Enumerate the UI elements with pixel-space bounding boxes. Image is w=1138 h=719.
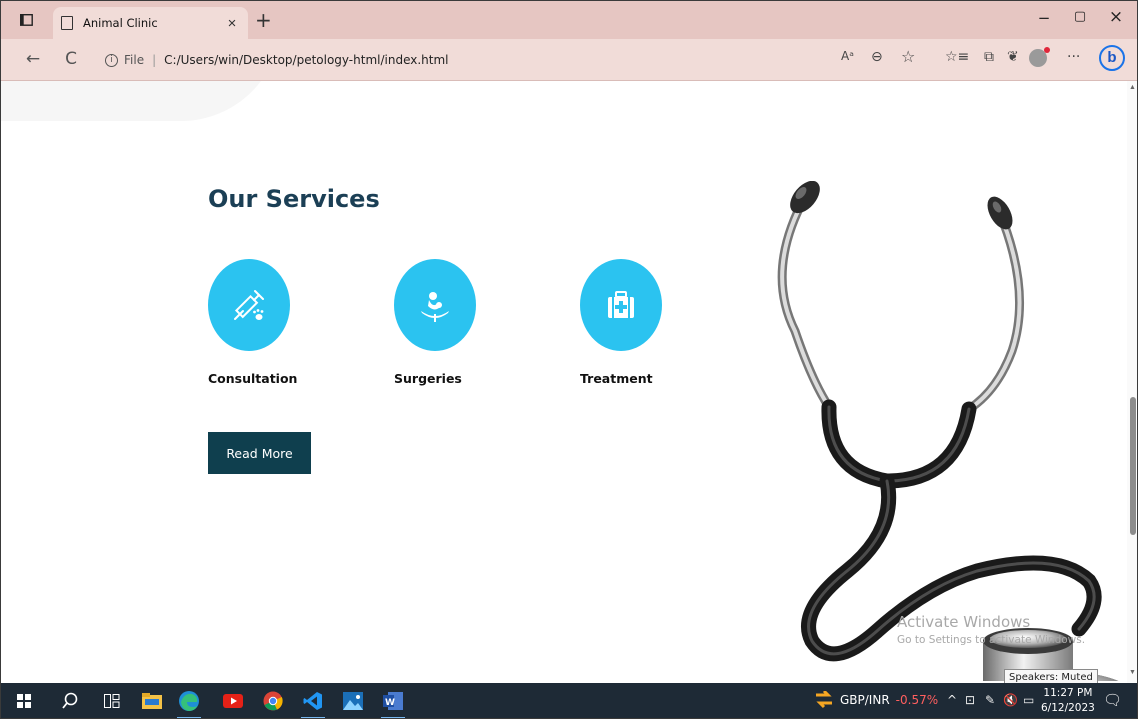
word-icon[interactable]: W (381, 690, 405, 712)
address-bar[interactable]: i File | C:/Users/win/Desktop/petology-h… (105, 48, 449, 72)
clock-time: 11:27 PM (1043, 687, 1093, 699)
screen: Animal Clinic × + − ▢ × ← C i File | C:/… (0, 0, 1138, 719)
currency-widget-icon (816, 691, 832, 709)
tab-actions-icon[interactable] (15, 10, 37, 30)
profile-avatar-icon[interactable] (1029, 47, 1050, 67)
back-button[interactable]: ← (21, 49, 45, 71)
fx-pair-label: GBP/INR (840, 693, 890, 707)
windows-taskbar: W GBP/INR -0.57% ^ ⊡ ✎ 🔇 ▭ 11:27 PM 6/12… (1, 683, 1137, 718)
photos-icon[interactable] (341, 690, 365, 712)
read-aloud-icon[interactable]: Aᵃ (841, 49, 854, 63)
minimize-button[interactable]: − (1029, 9, 1059, 27)
edge-browser-icon[interactable] (176, 690, 202, 712)
stethoscope-illustration (777, 181, 1119, 681)
service-treatment[interactable]: Treatment (580, 259, 720, 386)
activate-windows-watermark: Activate Windows Go to Settings to activ… (897, 613, 1085, 646)
clock-date: 6/12/2023 (1041, 702, 1095, 714)
speakers-tooltip: Speakers: Muted (1004, 669, 1098, 683)
file-explorer-icon[interactable] (140, 690, 164, 712)
url-scheme-label: File (124, 53, 145, 67)
page-scrollbar[interactable]: ▲ ▼ (1127, 81, 1137, 683)
system-clock[interactable]: 11:27 PM 6/12/2023 (1041, 686, 1095, 716)
service-icon-circle (394, 259, 476, 351)
scrollbar-thumb[interactable] (1130, 397, 1136, 535)
tab-animal-clinic[interactable]: Animal Clinic × (53, 7, 248, 39)
collections-icon[interactable]: ⧉ (984, 49, 994, 65)
service-label: Surgeries (394, 371, 462, 386)
scroll-up-arrow-icon[interactable]: ▲ (1129, 84, 1136, 91)
bing-chat-icon[interactable]: b (1099, 45, 1125, 71)
new-tab-button[interactable]: + (255, 8, 272, 32)
watermark-title: Activate Windows (897, 613, 1031, 631)
zoom-icon[interactable]: ⊖ (871, 49, 883, 65)
site-info-icon[interactable]: i (105, 53, 118, 67)
favorite-icon[interactable]: ☆ (901, 47, 915, 66)
pet-surgery-icon (421, 292, 449, 322)
close-window-button[interactable]: × (1101, 7, 1131, 27)
notification-center-icon[interactable]: 🗨 (1103, 691, 1122, 709)
browser-tab-strip: Animal Clinic × + − ▢ × (1, 1, 1137, 39)
search-icon[interactable] (59, 690, 81, 712)
favorites-icon[interactable]: ☆≡ (945, 49, 969, 65)
stock-widget[interactable]: GBP/INR -0.57% (814, 691, 938, 709)
service-surgeries[interactable]: Surgeries (394, 259, 534, 386)
service-label: Treatment (580, 371, 653, 386)
chrome-icon[interactable] (261, 690, 285, 712)
restore-button[interactable]: ▢ (1065, 9, 1095, 24)
page-icon (61, 16, 73, 30)
url-separator: | (152, 53, 157, 67)
tab-title: Animal Clinic (83, 16, 158, 30)
syringe-paw-icon (234, 290, 264, 320)
meet-now-icon[interactable]: ⊡ (965, 693, 975, 707)
svg-text:W: W (385, 698, 395, 708)
service-icon-circle (580, 259, 662, 351)
browser-toolbar: ← C i File | C:/Users/win/Desktop/petolo… (1, 39, 1137, 81)
services-heading: Our Services (208, 185, 380, 213)
vscode-icon[interactable] (301, 690, 325, 712)
service-consultation[interactable]: Consultation (208, 259, 348, 386)
scroll-down-arrow-icon[interactable]: ▼ (1129, 669, 1136, 676)
start-button-icon[interactable] (13, 690, 35, 712)
pen-workspace-icon[interactable]: ✎ (985, 693, 995, 707)
read-more-button[interactable]: Read More (208, 432, 311, 474)
youtube-icon[interactable] (221, 690, 245, 712)
watermark-subtitle: Go to Settings to activate Windows. (897, 634, 1086, 646)
tab-close-icon[interactable]: × (224, 15, 240, 32)
extensions-icon[interactable]: ❦ (1007, 49, 1019, 65)
service-label: Consultation (208, 371, 298, 386)
speaker-muted-icon[interactable]: 🔇 (1003, 693, 1018, 707)
network-icon[interactable]: ▭ (1023, 693, 1034, 707)
fx-change-label: -0.57% (895, 693, 939, 707)
url-text[interactable]: C:/Users/win/Desktop/petology-html/index… (164, 53, 448, 67)
first-aid-kit-icon (608, 291, 634, 318)
more-menu-icon[interactable]: ··· (1067, 49, 1080, 65)
service-icon-circle (208, 259, 290, 351)
task-view-icon[interactable] (101, 690, 123, 712)
refresh-button[interactable]: C (59, 49, 83, 71)
decorative-shape (1, 81, 281, 121)
web-page: Our Services Consultation Surgeries Trea… (1, 81, 1127, 683)
show-hidden-icons-icon[interactable]: ^ (947, 693, 957, 707)
